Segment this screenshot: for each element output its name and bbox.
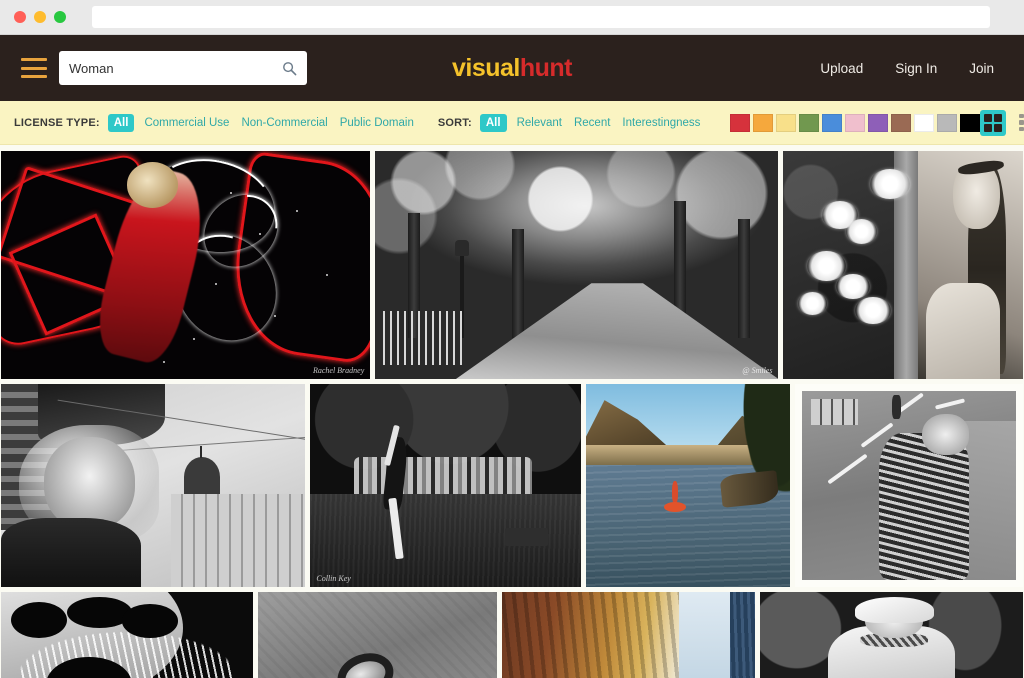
bw-woman-city-photo bbox=[1, 384, 306, 587]
maximize-window-button[interactable] bbox=[54, 11, 66, 23]
gallery-row: Rachel Bradney @ Smiles bbox=[0, 151, 1024, 379]
gallery-tile[interactable]: @ Smiles bbox=[375, 151, 779, 379]
site-header: visualhunt Upload Sign In Join bbox=[0, 35, 1024, 101]
browser-chrome bbox=[0, 0, 1024, 35]
license-filter-commercial-use[interactable]: Commercial Use bbox=[144, 117, 229, 129]
bw-ring-stone-photo bbox=[258, 592, 497, 678]
view-toggle-grid-2x2[interactable] bbox=[980, 109, 1007, 136]
color-swatch-gray[interactable] bbox=[937, 113, 958, 132]
gallery-tile[interactable]: Collin Key bbox=[310, 384, 581, 587]
color-swatch-pink[interactable] bbox=[845, 113, 866, 132]
photo-gallery: Rachel Bradney @ Smiles Collin Key bbox=[0, 145, 1024, 678]
photo-credit: Collin Key bbox=[316, 574, 351, 583]
gallery-row: Collin Key bbox=[0, 384, 1024, 587]
color-swatch-white[interactable] bbox=[914, 113, 935, 132]
gallery-tile[interactable] bbox=[759, 592, 1023, 678]
bw-park-path-photo bbox=[375, 151, 779, 379]
sort-filter-relevant[interactable]: Relevant bbox=[517, 117, 562, 129]
site-logo[interactable]: visualhunt bbox=[451, 53, 573, 83]
search-icon[interactable] bbox=[282, 61, 297, 76]
color-swatch-group bbox=[730, 113, 981, 132]
url-bar[interactable] bbox=[92, 6, 990, 28]
minimize-window-button[interactable] bbox=[34, 11, 46, 23]
hamburger-menu-icon[interactable] bbox=[21, 58, 47, 78]
color-swatch-yellow[interactable] bbox=[776, 113, 797, 132]
color-lake-kayak-photo bbox=[585, 384, 791, 587]
search-box[interactable] bbox=[59, 51, 307, 85]
bw-dancer-oaks-photo bbox=[310, 384, 581, 587]
window-traffic-lights bbox=[14, 11, 66, 23]
color-swatch-green[interactable] bbox=[799, 113, 820, 132]
sort-label: SORT: bbox=[437, 116, 472, 129]
color-swatch-red[interactable] bbox=[730, 113, 751, 132]
gallery-tile[interactable] bbox=[1, 592, 254, 678]
view-toggle-grid-3x3[interactable] bbox=[1015, 110, 1024, 136]
gallery-row bbox=[0, 592, 1024, 678]
sort-filter-all[interactable]: All bbox=[479, 113, 507, 132]
logo-text-hunt: hunt bbox=[519, 53, 573, 82]
gallery-tile[interactable] bbox=[501, 592, 755, 678]
color-swatch-brown[interactable] bbox=[891, 113, 912, 132]
color-swatch-blue[interactable] bbox=[822, 113, 843, 132]
license-type-label: LICENSE TYPE: bbox=[14, 116, 100, 129]
color-swatch-purple[interactable] bbox=[868, 113, 889, 132]
gallery-tile[interactable]: Rachel Bradney bbox=[1, 151, 371, 379]
gallery-tile[interactable] bbox=[795, 384, 1023, 587]
nav-signin-link[interactable]: Sign In bbox=[895, 61, 937, 76]
bw-architecture-photo bbox=[1, 592, 254, 678]
bw-woman-headscarf-photo bbox=[759, 592, 1023, 678]
bw-girl-white-flowers-photo bbox=[783, 151, 1023, 379]
gallery-tile[interactable] bbox=[258, 592, 497, 678]
search-input[interactable] bbox=[69, 60, 282, 76]
color-swatch-orange[interactable] bbox=[753, 113, 774, 132]
logo-text-visual: visual bbox=[451, 53, 520, 82]
gallery-tile[interactable] bbox=[783, 151, 1023, 379]
filter-bar: LICENSE TYPE: All Commercial Use Non-Com… bbox=[0, 101, 1024, 145]
nav-join-link[interactable]: Join bbox=[969, 61, 994, 76]
color-wood-bark-photo bbox=[501, 592, 755, 678]
neon-red-woman-photo bbox=[1, 151, 371, 379]
bw-elderly-woman-street-photo bbox=[802, 391, 1016, 580]
sort-filter-recent[interactable]: Recent bbox=[574, 117, 610, 129]
photo-credit: @ Smiles bbox=[742, 366, 773, 375]
nav-upload-link[interactable]: Upload bbox=[820, 61, 863, 76]
license-filter-all[interactable]: All bbox=[107, 113, 135, 132]
license-filter-non-commercial[interactable]: Non-Commercial bbox=[241, 117, 327, 129]
close-window-button[interactable] bbox=[14, 11, 26, 23]
sort-filter-interestingness[interactable]: Interestingness bbox=[622, 117, 700, 129]
view-toggle-group bbox=[980, 109, 1024, 136]
header-nav: Upload Sign In Join bbox=[820, 61, 994, 76]
gallery-tile[interactable] bbox=[585, 384, 791, 587]
photo-credit: Rachel Bradney bbox=[312, 366, 365, 375]
gallery-tile[interactable] bbox=[1, 384, 306, 587]
license-filter-public-domain[interactable]: Public Domain bbox=[340, 117, 414, 129]
color-swatch-black[interactable] bbox=[960, 113, 981, 132]
